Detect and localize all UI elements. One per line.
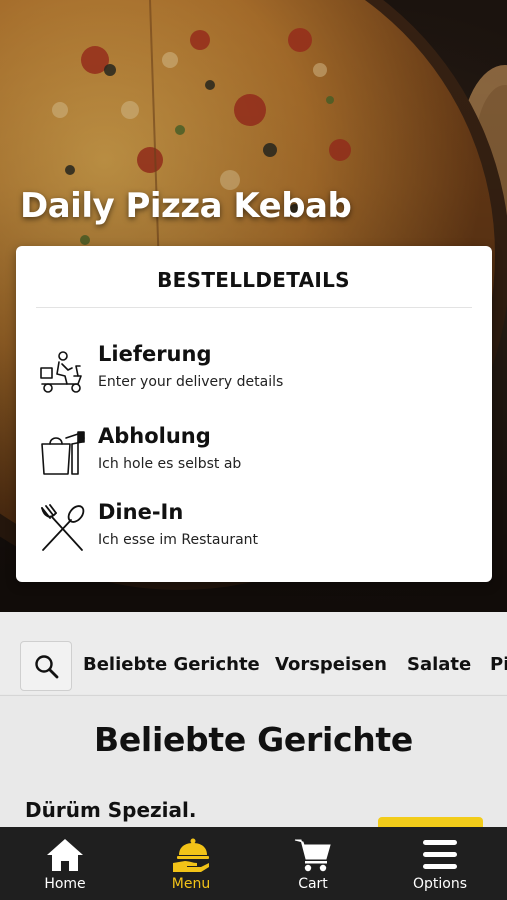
nav-label: Options xyxy=(412,876,468,892)
category-tab-beliebte-gerichte[interactable]: Beliebte Gerichte xyxy=(83,654,260,675)
option-subtitle: Ich esse im Restaurant xyxy=(98,532,259,548)
fork-spoon-icon xyxy=(41,504,85,551)
delivery-scooter-icon xyxy=(40,351,82,393)
nav-label: Menu xyxy=(171,876,211,892)
hamburger-icon xyxy=(423,840,457,869)
category-bar: Beliebte Gerichte Vorspeisen Salate Pi xyxy=(0,612,507,694)
nav-label: Cart xyxy=(298,876,328,892)
option-title: Abholung xyxy=(98,424,211,448)
category-search-button[interactable] xyxy=(20,641,72,691)
option-subtitle: Ich hole es selbst ab xyxy=(98,456,242,472)
section-title: Beliebte Gerichte xyxy=(94,720,413,759)
option-delivery[interactable]: Lieferung Enter your delivery details xyxy=(16,342,492,416)
menu-item-name[interactable]: Dürüm Spezial. xyxy=(25,798,196,822)
nav-home[interactable]: Home xyxy=(2,827,128,900)
nav-options[interactable]: Options xyxy=(377,827,503,900)
menu-cloche-icon xyxy=(173,838,209,872)
cart-icon xyxy=(294,839,331,872)
nav-label: Home xyxy=(44,876,86,892)
option-subtitle: Enter your delivery details xyxy=(98,374,284,390)
home-icon xyxy=(47,839,83,871)
card-divider xyxy=(36,307,472,308)
category-tab-pizza[interactable]: Pi xyxy=(490,654,507,675)
option-pickup[interactable]: Abholung Ich hole es selbst ab xyxy=(16,424,492,498)
option-title: Lieferung xyxy=(98,342,212,366)
search-icon xyxy=(35,655,59,679)
restaurant-name: Daily Pizza Kebab xyxy=(20,186,352,226)
bottom-navigation: Home Menu Cart Options xyxy=(0,827,507,900)
nav-menu[interactable]: Menu xyxy=(128,827,254,900)
option-title: Dine-In xyxy=(98,500,184,524)
option-dine-in[interactable]: Dine-In Ich esse im Restaurant xyxy=(16,500,492,574)
category-divider xyxy=(0,695,507,696)
category-tab-vorspeisen[interactable]: Vorspeisen xyxy=(275,654,387,675)
pickup-bag-icon xyxy=(41,431,85,475)
nav-cart[interactable]: Cart xyxy=(250,827,376,900)
order-details-title: BESTELLDETAILS xyxy=(157,268,350,292)
category-tab-salate[interactable]: Salate xyxy=(407,654,471,675)
